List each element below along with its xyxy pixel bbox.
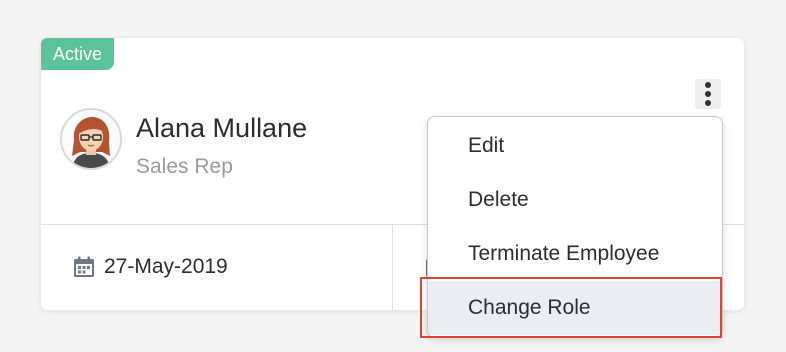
kebab-menu-icon-dot — [705, 100, 711, 106]
menu-item-terminate-employee[interactable]: Terminate Employee — [428, 227, 722, 281]
kebab-menu-icon — [705, 82, 711, 88]
footer-divider — [392, 225, 393, 310]
menu-item-edit[interactable]: Edit — [428, 119, 722, 173]
avatar — [60, 108, 122, 170]
avatar-illustration-icon — [72, 117, 110, 168]
status-badge: Active — [41, 38, 115, 70]
kebab-menu-button[interactable] — [695, 79, 721, 109]
employee-name: Alana Mullane — [136, 113, 308, 143]
hire-date: 27-May-2019 — [104, 255, 228, 278]
kebab-menu-icon-dot — [705, 91, 711, 97]
menu-item-change-role[interactable]: Change Role — [428, 281, 722, 335]
actions-dropdown-menu: Edit Delete Terminate Employee Change Ro… — [427, 116, 723, 338]
date-cell: 27-May-2019 — [72, 255, 228, 279]
menu-item-delete[interactable]: Delete — [428, 173, 722, 227]
app-stage: Active Alana Mullane Sales Rep 27-May-20… — [0, 0, 786, 352]
employee-role: Sales Rep — [136, 155, 233, 178]
calendar-icon — [74, 256, 94, 277]
